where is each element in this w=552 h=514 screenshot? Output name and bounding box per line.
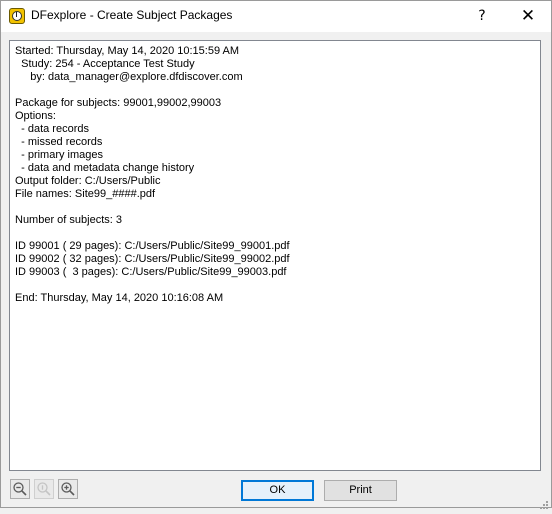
log-output-panel[interactable]: Started: Thursday, May 14, 2020 10:15:59… [9,40,541,471]
log-line: - data and metadata change history [15,162,195,174]
help-button[interactable]: ? [459,1,505,32]
log-line: Study: 254 - Acceptance Test Study [15,58,195,70]
zoom-reset-button[interactable] [34,479,54,499]
dfexplore-app-icon [9,8,25,24]
log-line: by: data_manager@explore.dfdiscover.com [15,71,243,83]
print-button[interactable]: Print [324,480,397,501]
ok-button[interactable]: OK [241,480,314,501]
log-line: File names: Site99_####.pdf [15,188,156,200]
log-line: Number of subjects: 3 [15,214,122,226]
log-line: Output folder: C:/Users/Public [15,175,161,187]
log-line: Package for subjects: 99001,99002,99003 [15,97,222,109]
zoom-in-button[interactable] [58,479,78,499]
log-line: - primary images [15,149,104,161]
dialog-window: DFexplore - Create Subject Packages ? ✕ … [0,0,552,509]
zoom-out-button[interactable] [10,479,30,499]
close-button[interactable]: ✕ [505,1,551,32]
log-line: ID 99002 ( 32 pages): C:/Users/Public/Si… [15,253,290,265]
log-line: Options: [15,110,56,122]
zoom-out-icon [11,481,29,497]
log-line: - data records [15,123,89,135]
log-line: End: Thursday, May 14, 2020 10:16:08 AM [15,292,224,304]
zoom-in-icon [59,481,77,497]
window-title: DFexplore - Create Subject Packages [31,8,233,22]
log-line: ID 99001 ( 29 pages): C:/Users/Public/Si… [15,240,290,252]
log-line: - missed records [15,136,103,148]
title-bar: DFexplore - Create Subject Packages ? ✕ [1,1,551,32]
zoom-reset-icon [35,481,53,497]
resize-grip-icon[interactable] [539,495,549,509]
log-line: ID 99003 ( 3 pages): C:/Users/Public/Sit… [15,266,287,278]
log-line: Started: Thursday, May 14, 2020 10:15:59… [15,45,240,57]
